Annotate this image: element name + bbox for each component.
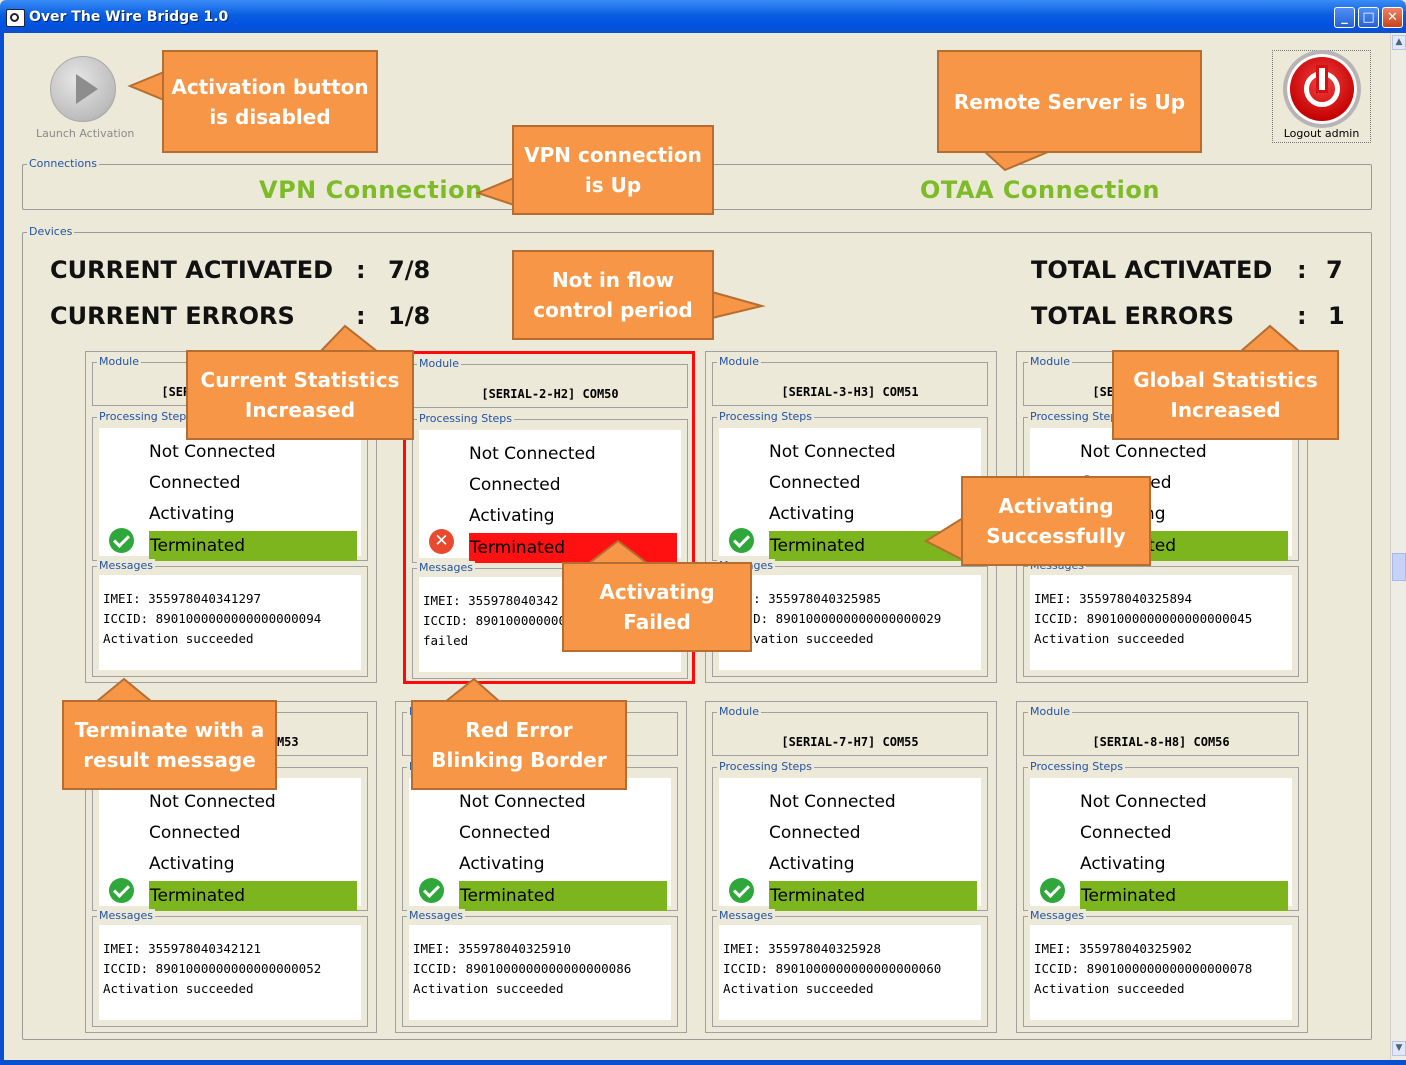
callout-pointer — [93, 677, 155, 703]
callout-pointer — [475, 176, 515, 207]
callout-text: is Up — [584, 173, 642, 197]
callout-remote-server: Remote Server is Up — [937, 50, 1202, 153]
callout-text: Red Error — [465, 718, 573, 742]
callout-text: Current Statistics — [200, 368, 400, 392]
callout-text: Not in flow — [551, 268, 675, 292]
callout-vpn-up: VPN connection is Up — [512, 125, 714, 215]
callout-text: Increased — [244, 398, 356, 422]
callout-text: Terminate with a — [74, 718, 265, 742]
callout-pointer — [711, 290, 766, 320]
callout-pointer — [982, 151, 1049, 172]
callout-red-border: Red Error Blinking Border — [411, 700, 627, 790]
callout-text: Blinking Border — [431, 748, 607, 772]
callout-pointer — [923, 516, 964, 562]
callout-pointer — [1237, 324, 1303, 353]
callout-pointer — [442, 677, 503, 703]
callout-activating-successfully: Activating Successfully — [961, 476, 1151, 566]
callout-text: Failed — [623, 610, 691, 634]
callout-text: Global Statistics — [1133, 368, 1318, 392]
callout-activating-failed: Activating Failed — [562, 562, 752, 652]
callout-pointer — [317, 324, 381, 353]
callout-text: Remote Server is Up — [953, 89, 1186, 114]
callout-text: Successfully — [986, 524, 1126, 548]
callout-pointer — [127, 70, 165, 102]
callout-terminate-message: Terminate with a result message — [62, 700, 277, 790]
callout-global-statistics: Global Statistics Increased — [1112, 350, 1339, 440]
callout-text: Activating — [998, 494, 1114, 518]
callout-current-statistics: Current Statistics Increased — [186, 350, 414, 440]
callout-text: result message — [83, 748, 256, 772]
callout-text: VPN connection — [524, 143, 702, 167]
callout-text: Activation button — [171, 74, 369, 99]
callout-text: Activating — [599, 580, 715, 604]
callout-text: is disabled — [209, 104, 331, 129]
callout-text: Increased — [1170, 398, 1281, 422]
callout-activation-disabled: Activation button is disabled — [162, 50, 378, 153]
callout-text: control period — [533, 298, 693, 322]
callout-not-in-flow: Not in flow control period — [512, 250, 714, 340]
callout-pointer — [585, 539, 651, 565]
